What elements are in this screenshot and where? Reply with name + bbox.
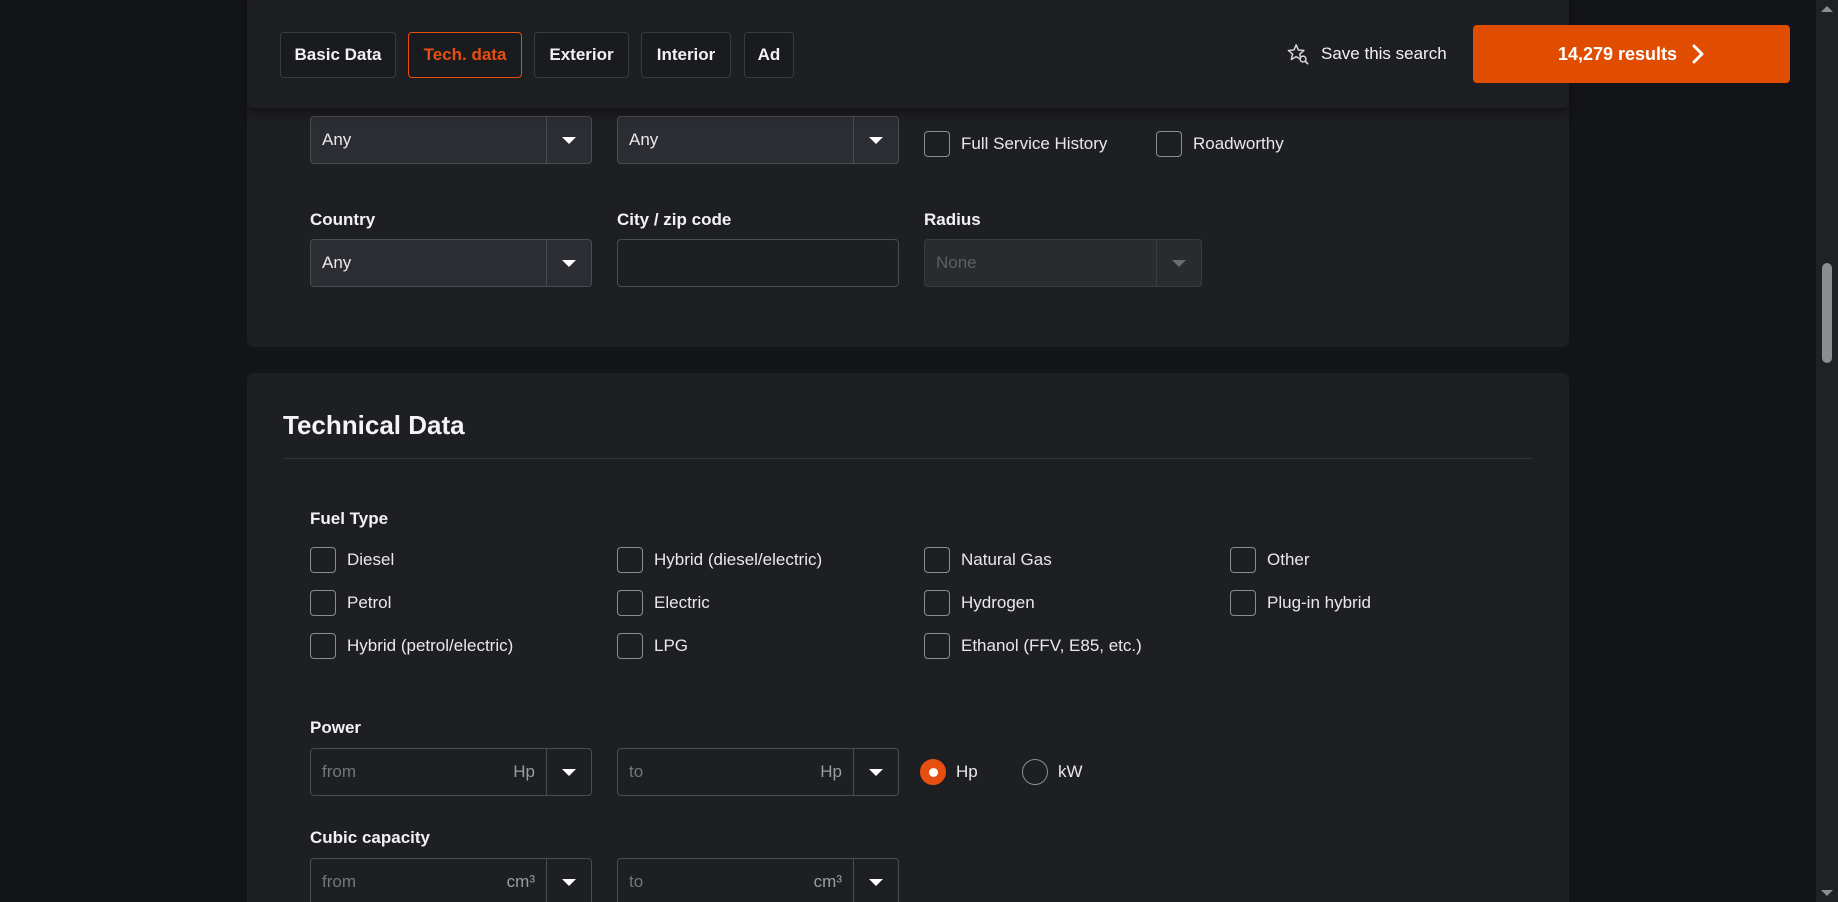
checkbox-box[interactable] xyxy=(310,590,336,616)
country-label: Country xyxy=(310,210,376,229)
fuel-petrol-checkbox[interactable]: Petrol xyxy=(310,589,391,617)
fuel-option-label: LPG xyxy=(654,636,689,655)
fuel-hybrid-diesel-checkbox[interactable]: Hybrid (diesel/electric) xyxy=(617,546,822,574)
caret-down-icon[interactable] xyxy=(546,859,591,902)
tab-exterior[interactable]: Exterior xyxy=(534,32,629,78)
power-label: Power xyxy=(310,718,362,737)
make-select[interactable]: Any xyxy=(310,116,592,164)
fuel-electric-checkbox[interactable]: Electric xyxy=(617,589,710,617)
cubic-unit: cm³ xyxy=(506,872,535,891)
fuel-option-label: Diesel xyxy=(347,550,395,569)
save-search-label: Save this search xyxy=(1321,44,1447,63)
roadworthy-label: Roadworthy xyxy=(1193,134,1284,153)
fuel-natural-gas-checkbox[interactable]: Natural Gas xyxy=(924,546,1052,574)
chevron-right-icon xyxy=(1692,44,1704,64)
power-to-placeholder: to xyxy=(629,762,644,781)
caret-down-icon[interactable] xyxy=(546,240,591,286)
power-to-input[interactable]: to Hp xyxy=(617,748,899,796)
fuel-option-label: Other xyxy=(1267,550,1310,569)
checkbox-box[interactable] xyxy=(617,633,643,659)
roadworthy-checkbox[interactable]: Roadworthy xyxy=(1156,130,1284,158)
caret-down-icon[interactable] xyxy=(546,749,591,795)
fuel-option-label: Ethanol (FFV, E85, etc.) xyxy=(961,636,1142,655)
fuel-type-label: Fuel Type xyxy=(310,509,389,528)
fuel-diesel-checkbox[interactable]: Diesel xyxy=(310,546,394,574)
checkbox-box[interactable] xyxy=(1156,131,1182,157)
caret-down-icon[interactable] xyxy=(853,749,898,795)
checkbox-box[interactable] xyxy=(617,547,643,573)
star-search-icon xyxy=(1287,44,1309,65)
fuel-plug-in-hybrid-checkbox[interactable]: Plug-in hybrid xyxy=(1230,589,1371,617)
section-title: Technical Data xyxy=(283,410,465,440)
page-scrollbar[interactable] xyxy=(1816,0,1838,902)
radio-unselected[interactable] xyxy=(1022,759,1048,785)
results-count: 14,279 results xyxy=(1557,43,1678,64)
cubic-capacity-label: Cubic capacity xyxy=(310,828,430,847)
city-label: City / zip code xyxy=(617,210,732,229)
make-select-value: Any xyxy=(322,130,352,149)
fuel-option-label: Hybrid (petrol/electric) xyxy=(347,636,514,655)
tab-interior[interactable]: Interior xyxy=(641,32,731,78)
cubic-unit: cm³ xyxy=(813,872,842,891)
model-select-value: Any xyxy=(629,130,659,149)
checkbox-box[interactable] xyxy=(924,131,950,157)
scroll-up-icon[interactable] xyxy=(1821,6,1833,12)
full-service-history-label: Full Service History xyxy=(961,134,1108,153)
checkbox-box[interactable] xyxy=(924,633,950,659)
country-select[interactable]: Any xyxy=(310,239,592,287)
model-select[interactable]: Any xyxy=(617,116,899,164)
unit-hp-radio[interactable]: Hp xyxy=(920,758,978,786)
section-divider xyxy=(283,458,1533,459)
caret-down-icon[interactable] xyxy=(853,117,898,163)
show-results-button[interactable]: 14,279 results xyxy=(1473,25,1790,83)
cubic-from-input[interactable]: from cm³ xyxy=(310,858,592,902)
cubic-from-placeholder: from xyxy=(322,872,356,891)
fuel-hydrogen-checkbox[interactable]: Hydrogen xyxy=(924,589,1035,617)
fuel-other-checkbox[interactable]: Other xyxy=(1230,546,1310,574)
radius-label: Radius xyxy=(924,210,981,229)
country-select-value: Any xyxy=(322,253,352,272)
unit-hp-label: Hp xyxy=(956,762,978,781)
power-from-input[interactable]: from Hp xyxy=(310,748,592,796)
tab-basic-data[interactable]: Basic Data xyxy=(280,32,396,78)
scrollbar-thumb[interactable] xyxy=(1822,263,1832,363)
fuel-option-label: Electric xyxy=(654,593,710,612)
save-search-button[interactable]: Save this search xyxy=(1287,40,1447,68)
caret-down-icon[interactable] xyxy=(1156,240,1201,286)
checkbox-box[interactable] xyxy=(310,633,336,659)
fuel-option-label: Petrol xyxy=(347,593,392,612)
unit-kw-radio[interactable]: kW xyxy=(1022,758,1083,786)
checkbox-box[interactable] xyxy=(1230,590,1256,616)
power-unit: Hp xyxy=(513,762,535,781)
fuel-option-label: Natural Gas xyxy=(961,550,1052,569)
power-unit: Hp xyxy=(820,762,842,781)
radio-selected[interactable] xyxy=(920,759,946,785)
checkbox-box[interactable] xyxy=(924,547,950,573)
tab-tech-data[interactable]: Tech. data xyxy=(408,32,522,78)
checkbox-box[interactable] xyxy=(924,590,950,616)
caret-down-icon[interactable] xyxy=(546,117,591,163)
radius-select[interactable]: None xyxy=(924,239,1202,287)
power-from-placeholder: from xyxy=(322,762,356,781)
city-zip-input[interactable] xyxy=(617,239,899,287)
fuel-option-label: Hydrogen xyxy=(961,593,1035,612)
radius-select-value: None xyxy=(936,253,977,272)
checkbox-box[interactable] xyxy=(617,590,643,616)
tab-ad[interactable]: Ad xyxy=(744,32,794,78)
scroll-down-icon[interactable] xyxy=(1821,890,1833,896)
unit-kw-label: kW xyxy=(1058,762,1083,781)
fuel-lpg-checkbox[interactable]: LPG xyxy=(617,632,688,660)
full-service-history-checkbox[interactable]: Full Service History xyxy=(924,130,1107,158)
filter-tab-bar: Basic Data Tech. data Exterior Interior … xyxy=(247,0,1790,108)
cubic-to-placeholder: to xyxy=(629,872,644,891)
fuel-ethanol-checkbox[interactable]: Ethanol (FFV, E85, etc.) xyxy=(924,632,1142,660)
fuel-option-label: Hybrid (diesel/electric) xyxy=(654,550,823,569)
caret-down-icon[interactable] xyxy=(853,859,898,902)
cubic-to-input[interactable]: to cm³ xyxy=(617,858,899,902)
fuel-hybrid-petrol-checkbox[interactable]: Hybrid (petrol/electric) xyxy=(310,632,513,660)
fuel-option-label: Plug-in hybrid xyxy=(1267,593,1371,612)
checkbox-box[interactable] xyxy=(1230,547,1256,573)
checkbox-box[interactable] xyxy=(310,547,336,573)
